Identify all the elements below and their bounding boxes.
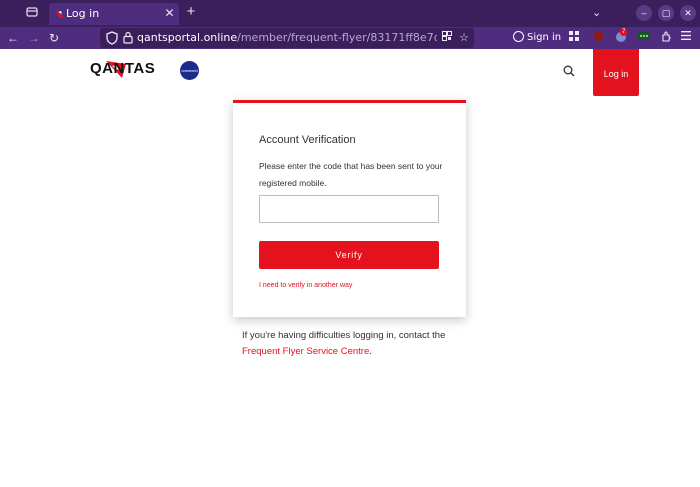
lock-icon[interactable] xyxy=(123,31,133,44)
oneworld-logo: oneworld xyxy=(180,61,199,80)
pie-extension-icon[interactable] xyxy=(637,31,651,45)
maximize-button[interactable]: ▢ xyxy=(658,5,674,21)
sign-in-button[interactable]: Sign in xyxy=(513,31,561,46)
browser-tab[interactable]: Log in ✕ xyxy=(49,3,179,25)
grid-icon[interactable] xyxy=(567,31,581,45)
tab-close-icon[interactable]: ✕ xyxy=(163,6,176,21)
verification-card: Account Verification Please enter the co… xyxy=(233,100,466,317)
close-window-button[interactable]: ✕ xyxy=(680,5,696,21)
forward-icon[interactable]: → xyxy=(26,30,42,46)
qantas-favicon-icon xyxy=(55,10,64,18)
extensions-icon[interactable] xyxy=(659,31,673,45)
help-message: If you're having difficulties logging in… xyxy=(242,330,446,341)
extension-badge-icon[interactable]: 7 xyxy=(614,28,628,45)
shield-icon[interactable] xyxy=(106,31,118,45)
menu-icon[interactable] xyxy=(679,31,693,45)
site-header: QANTAS oneworld Log in xyxy=(0,49,700,99)
address-bar[interactable]: qantsportal.online/member/frequent-flyer… xyxy=(100,28,474,48)
qantas-wordmark[interactable]: QANTAS xyxy=(90,60,155,77)
verification-code-input[interactable] xyxy=(259,195,439,223)
minimize-button[interactable]: – xyxy=(636,5,652,21)
tab-title: Log in xyxy=(66,7,100,20)
search-icon[interactable] xyxy=(563,65,575,77)
tab-list-icon[interactable] xyxy=(24,6,40,22)
qr-icon[interactable] xyxy=(440,31,454,45)
chevron-down-icon[interactable]: ⌄ xyxy=(592,6,601,19)
reload-icon[interactable]: ↻ xyxy=(46,30,62,46)
new-tab-button[interactable]: + xyxy=(183,4,199,20)
browser-toolbar: ← → ↻ qantsportal.online/member/frequent… xyxy=(0,27,700,49)
back-icon[interactable]: ← xyxy=(5,30,21,46)
card-description: Please enter the code that has been sent… xyxy=(259,161,443,188)
ublock-icon[interactable] xyxy=(591,31,605,45)
browser-tab-bar: Log in ✕ + ⌄ – ▢ ✕ xyxy=(0,0,700,27)
sign-in-label: Sign in xyxy=(527,32,562,43)
url-host: qantsportal.online xyxy=(137,31,238,44)
verify-button[interactable]: Verify xyxy=(259,241,439,269)
url-text[interactable]: qantsportal.online/member/frequent-flyer… xyxy=(137,31,437,44)
help-text: If you're having difficulties logging in… xyxy=(242,328,472,360)
url-path: /member/frequent-flyer/83171ff8e7d073848… xyxy=(237,31,437,44)
service-centre-link[interactable]: Frequent Flyer Service Centre xyxy=(242,346,369,357)
card-title: Account Verification xyxy=(259,134,356,146)
login-button[interactable]: Log in xyxy=(593,49,639,96)
help-suffix: . xyxy=(369,346,372,357)
star-icon[interactable]: ☆ xyxy=(457,31,471,45)
alternate-verification-link[interactable]: I need to verify in another way xyxy=(259,282,352,289)
account-icon xyxy=(513,31,524,42)
